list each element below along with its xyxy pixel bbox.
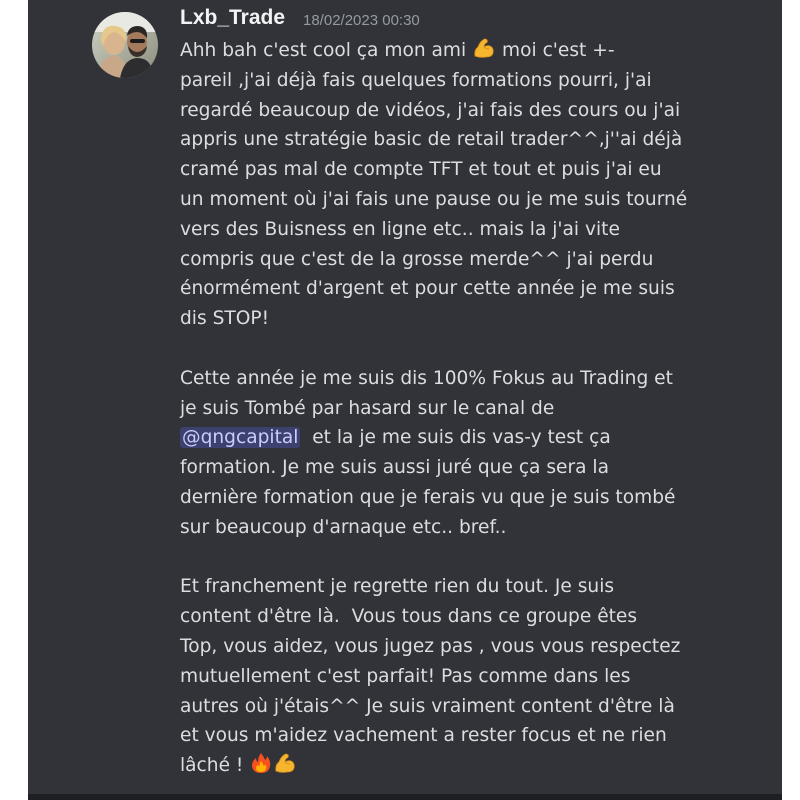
message-line: énormément d'argent et pour cette année … xyxy=(180,278,675,300)
user-mention[interactable]: @qngcapital xyxy=(180,427,301,449)
message-line: appris une stratégie basic de retail tra… xyxy=(180,129,683,151)
panel-bottom-edge xyxy=(28,794,782,800)
message-content: Ahh bah c'est cool ça mon ami moi c'est … xyxy=(180,36,740,781)
message-line: Top, vous aidez, vous jugez pas , vous v… xyxy=(180,635,681,657)
message-text: lâché ! xyxy=(180,755,250,777)
message-timestamp: 18/02/2023 00:30 xyxy=(303,12,420,29)
fire-icon xyxy=(249,751,273,775)
message-text: et la je me suis dis vas-y test ça xyxy=(300,427,611,449)
message-line: Et franchement je regrette rien du tout.… xyxy=(180,576,615,598)
message-line: un moment où j'ai fais une pause ou je m… xyxy=(180,188,688,210)
message-line: content d'être là. Vous tous dans ce gro… xyxy=(180,606,638,628)
message-line: compris que c'est de la grosse merde^^ j… xyxy=(180,248,654,270)
flexed-biceps-icon xyxy=(273,751,297,775)
message-line: regardé beaucoup de vidéos, j'ai fais de… xyxy=(180,99,681,121)
message-line: pareil ,j'ai déjà fais quelques formatio… xyxy=(180,69,652,91)
message-line: lâché ! xyxy=(180,751,740,781)
message-text: moi c'est +- xyxy=(496,40,615,61)
message-line: formation. Je me suis aussi juré que ça … xyxy=(180,457,609,479)
message-line: et vous m'aidez vachement a rester focus… xyxy=(180,725,667,747)
message-line: mutuellement c'est parfait! Pas comme da… xyxy=(180,665,631,687)
message-line: Cette année je me suis dis 100% Fokus au… xyxy=(180,367,673,389)
user-avatar[interactable] xyxy=(92,12,158,78)
message-line: Ahh bah c'est cool ça mon ami moi c'est … xyxy=(180,36,740,66)
message-line: je suis Tombé par hasard sur le canal de xyxy=(180,397,555,419)
message-line: dernière formation que je ferais vu que … xyxy=(180,486,676,508)
message-line: autres où j'étais^^ Je suis vraiment con… xyxy=(180,695,675,717)
message-text: Ahh bah c'est cool ça mon ami xyxy=(180,40,473,61)
message-line: sur beaucoup d'arnaque etc.. bref.. xyxy=(180,516,507,538)
flexed-biceps-icon xyxy=(472,36,496,60)
message-line: @qngcapital et la je me suis dis vas-y t… xyxy=(180,423,740,453)
message-line: dis STOP! xyxy=(180,308,270,330)
message-line: vers des Buisness en ligne etc.. mais la… xyxy=(180,218,620,240)
username[interactable]: Lxb_Trade xyxy=(180,6,285,30)
message-line: cramé pas mal de compte TFT et tout et p… xyxy=(180,159,662,181)
